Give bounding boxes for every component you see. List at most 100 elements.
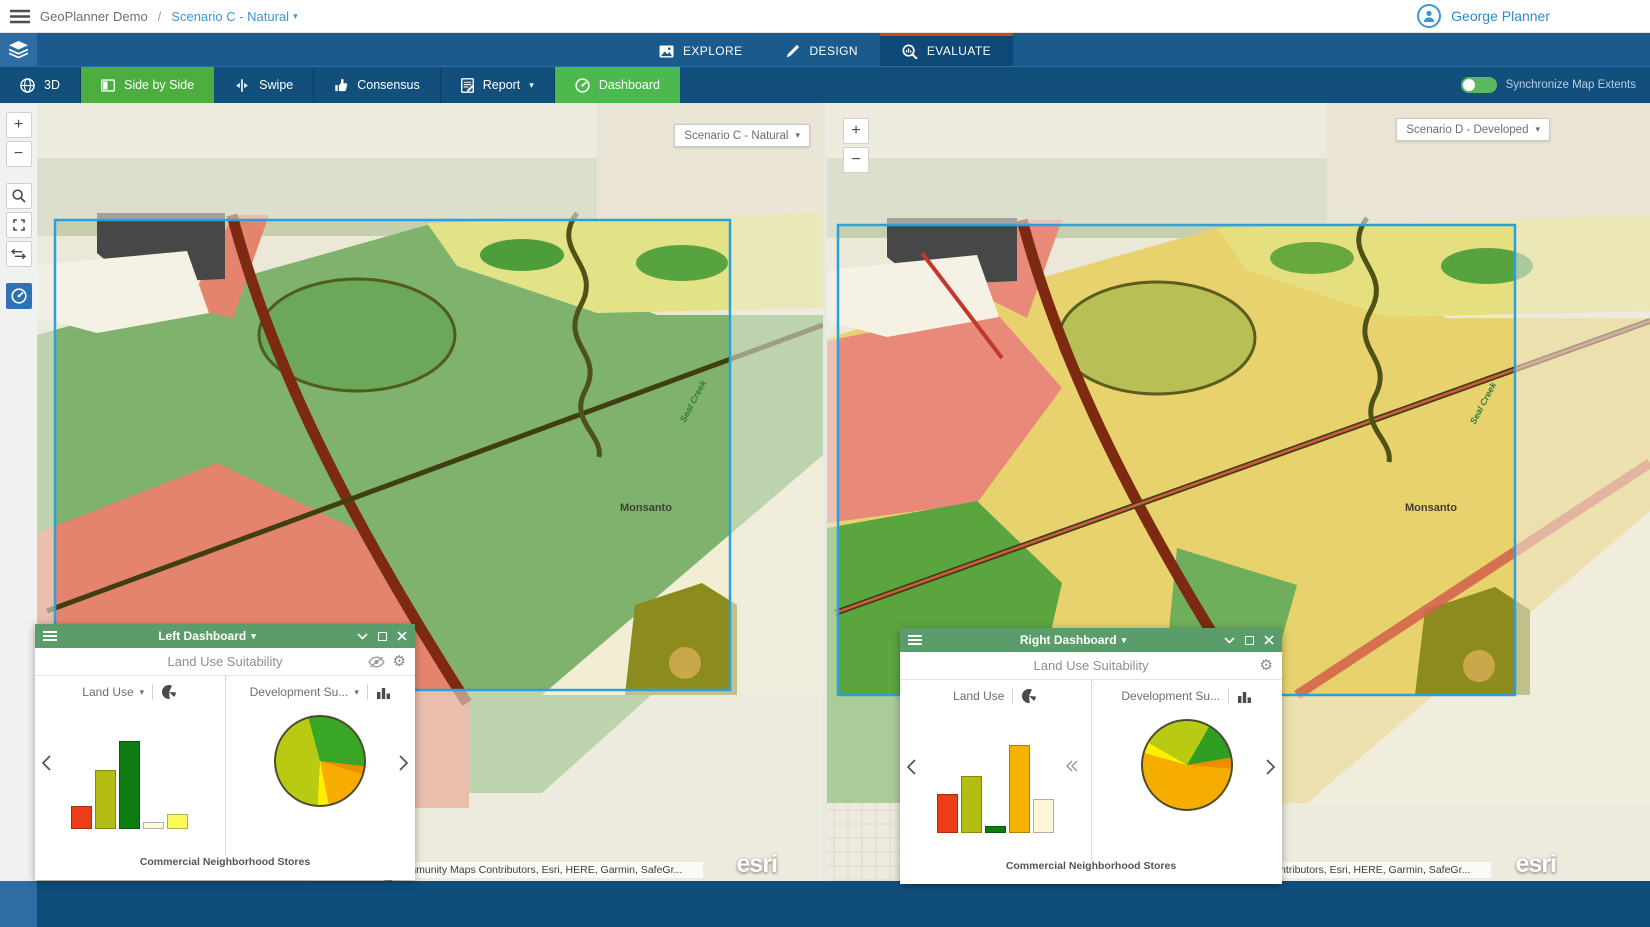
left-tool-rail: + −	[0, 103, 37, 881]
full-extent-button[interactable]	[6, 212, 32, 238]
hamburger-menu-icon[interactable]	[0, 9, 40, 24]
layers-panel-button[interactable]	[0, 33, 37, 66]
close-icon[interactable]	[397, 631, 407, 641]
search-button[interactable]	[6, 183, 32, 209]
dashboard-subtitle: Land Use Suitability	[1034, 658, 1149, 673]
layers-icon	[9, 41, 28, 58]
dashboard-title-dropdown[interactable]: Left Dashboard▾	[57, 629, 357, 643]
swap-arrows-icon	[11, 248, 26, 260]
collapse-icon[interactable]	[1224, 637, 1235, 644]
zoom-out-button[interactable]: −	[843, 147, 869, 173]
user-avatar-icon	[1417, 4, 1441, 28]
consensus-button[interactable]: Consensus	[314, 67, 441, 103]
expand-arrows-icon	[12, 218, 26, 232]
search-icon	[12, 189, 26, 203]
dashboard-menu-icon[interactable]	[908, 635, 922, 645]
report-icon	[461, 78, 474, 93]
left-dashboard-window: Left Dashboard▾ Land Use Suitability	[35, 624, 415, 880]
indicator-dropdown[interactable]: Land Use	[953, 689, 1004, 703]
maximize-icon[interactable]	[378, 632, 387, 641]
pie-chart-toggle-icon[interactable]	[1021, 688, 1037, 704]
place-label: Monsanto	[1405, 502, 1457, 514]
compare-extents-button[interactable]	[6, 241, 32, 267]
dashboard-tool-button[interactable]	[6, 283, 32, 309]
consensus-icon	[334, 78, 348, 92]
chevron-down-icon: ▾	[293, 12, 298, 21]
user-menu[interactable]: George Planner	[1417, 4, 1550, 28]
bar-chart-toggle-icon[interactable]	[1237, 690, 1252, 703]
chevron-down-icon: ▾	[795, 131, 800, 140]
collapse-icon[interactable]	[357, 633, 368, 640]
3d-button[interactable]: 3D	[0, 67, 81, 103]
evaluate-toolbar: 3D Side by Side Swipe Consensus	[0, 66, 1650, 103]
development-suitability-pie-chart	[274, 715, 366, 807]
swipe-icon	[234, 79, 250, 92]
carousel-next-arrow[interactable]	[399, 755, 408, 771]
swipe-button[interactable]: Swipe	[214, 67, 314, 103]
user-name: George Planner	[1451, 8, 1550, 24]
close-icon[interactable]	[1264, 635, 1274, 645]
chevron-down-icon: ▾	[1122, 636, 1127, 645]
chevron-down-icon: ▾	[1535, 125, 1540, 134]
development-suitability-chart-panel: Development Su...	[1091, 680, 1283, 860]
dashboard-titlebar[interactable]: Left Dashboard▾	[35, 624, 415, 648]
indicator-dropdown[interactable]: Development Su...	[1121, 689, 1220, 703]
zoom-in-button[interactable]: +	[843, 118, 869, 144]
side-by-side-button[interactable]: Side by Side	[81, 67, 214, 103]
right-scenario-select[interactable]: Scenario D - Developed▾	[1396, 118, 1550, 141]
zoom-out-button[interactable]: −	[6, 141, 32, 167]
carousel-next-arrow[interactable]	[1266, 759, 1275, 775]
indicator-dropdown[interactable]: Land Use▾	[82, 685, 144, 699]
tab-design[interactable]: DESIGN	[764, 33, 879, 66]
tab-evaluate[interactable]: EVALUATE	[880, 33, 1013, 66]
map-divider	[823, 103, 827, 881]
gear-icon[interactable]: ⚙	[393, 654, 406, 669]
land-use-bar-chart	[900, 715, 1091, 833]
chevron-down-icon: ▾	[529, 81, 534, 90]
evaluate-icon	[902, 44, 918, 59]
place-label: Monsanto	[620, 502, 672, 514]
dashboard-titlebar[interactable]: Right Dashboard▾	[900, 628, 1282, 652]
side-by-side-icon	[101, 79, 115, 92]
carousel-prev-arrow[interactable]	[907, 759, 916, 775]
dashboard-gauge-icon	[11, 288, 27, 304]
chevron-down-icon: ▾	[140, 688, 145, 697]
esri-logo: esri	[737, 850, 777, 879]
dashboard-menu-icon[interactable]	[43, 631, 57, 641]
chevron-down-icon: ▾	[354, 688, 359, 697]
development-suitability-chart-panel: Development Su...▾	[225, 676, 416, 856]
sync-extents-control: Synchronize Map Extents	[1461, 67, 1650, 103]
carousel-prev-arrow[interactable]	[42, 755, 51, 771]
breadcrumb-scenario-dropdown[interactable]: Scenario C - Natural▾	[171, 9, 297, 24]
report-button[interactable]: Report ▾	[441, 67, 555, 103]
breadcrumb-separator: /	[158, 9, 162, 24]
zoom-in-button[interactable]: +	[6, 112, 32, 138]
tab-explore[interactable]: EXPLORE	[637, 33, 765, 66]
indicator-dropdown[interactable]: Development Su...▾	[250, 685, 359, 699]
breadcrumb-app-title: GeoPlanner Demo	[40, 9, 148, 24]
development-suitability-pie-chart	[1141, 719, 1233, 811]
visibility-off-icon[interactable]	[368, 656, 385, 668]
bottom-bar-fill	[37, 881, 1650, 927]
dashboard-button[interactable]: Dashboard	[555, 67, 680, 103]
explore-icon	[659, 45, 674, 58]
geoplanner-app: GeoPlanner Demo / Scenario C - Natural▾ …	[0, 0, 1650, 927]
left-scenario-select[interactable]: Scenario C - Natural▾	[674, 124, 810, 147]
mode-nav-bar: EXPLORE DESIGN EVALUATE	[0, 33, 1650, 66]
esri-logo: esri	[1516, 850, 1556, 879]
sync-extents-toggle[interactable]	[1461, 77, 1497, 93]
bar-chart-toggle-icon[interactable]	[376, 686, 391, 699]
bottom-bar-tile	[0, 881, 37, 927]
globe-icon	[20, 78, 35, 93]
dashboard-subtitle: Land Use Suitability	[168, 654, 283, 669]
gear-icon[interactable]: ⚙	[1260, 658, 1273, 673]
breadcrumb: GeoPlanner Demo / Scenario C - Natural▾	[40, 9, 298, 24]
map-attribution: Esri Community Maps Contributors, Esri, …	[367, 862, 703, 878]
design-pen-icon	[786, 44, 800, 58]
right-dashboard-window: Right Dashboard▾ Land Use Suitability ⚙	[900, 628, 1282, 884]
carousel-collapse-arrow[interactable]	[1065, 759, 1079, 773]
pie-chart-toggle-icon[interactable]	[161, 684, 177, 700]
dashboard-title-dropdown[interactable]: Right Dashboard▾	[922, 633, 1224, 647]
top-bar: GeoPlanner Demo / Scenario C - Natural▾ …	[0, 0, 1650, 33]
maximize-icon[interactable]	[1245, 636, 1254, 645]
